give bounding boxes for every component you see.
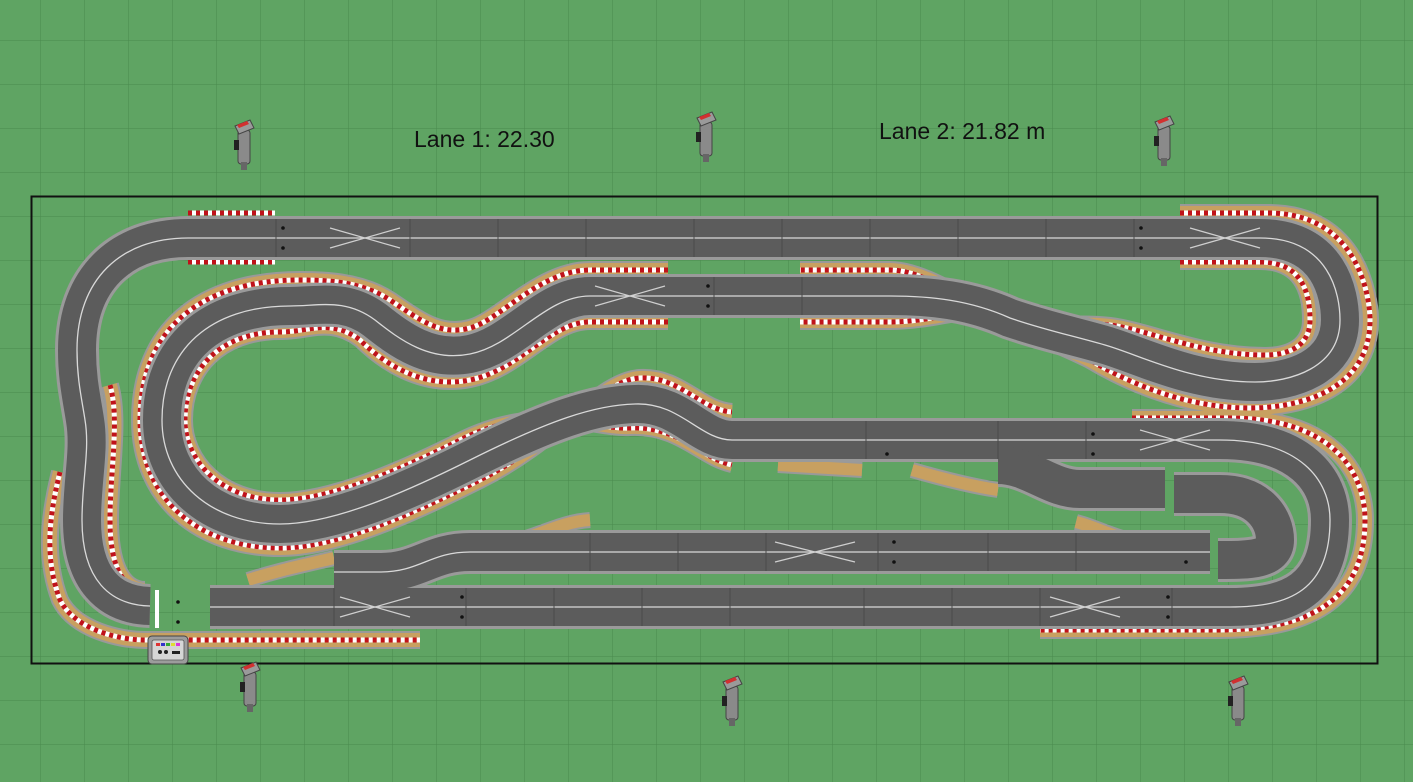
start-finish-line [155, 590, 159, 628]
lane-2-length-label: Lane 2: 21.82 m [879, 118, 1046, 144]
lane-1-length-label: Lane 1: 22.30 [414, 126, 555, 152]
lap-counter-power-base-icon [147, 635, 189, 665]
track-layout-canvas [0, 0, 1413, 782]
